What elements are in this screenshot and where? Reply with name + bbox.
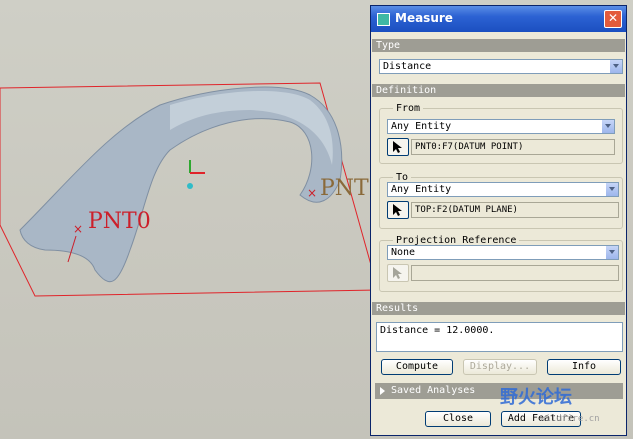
- point-marker-pnt1[interactable]: ×: [307, 186, 317, 200]
- measure-dialog: Measure ✕ Type Distance Definition From …: [370, 5, 627, 436]
- cursor-arrow-icon: [393, 204, 402, 216]
- forum-watermark-url: wildfire.cn: [540, 414, 600, 424]
- from-group-label: From: [393, 103, 424, 115]
- projection-selection-field[interactable]: [411, 265, 619, 281]
- display-button[interactable]: Display...: [463, 359, 537, 375]
- close-icon[interactable]: ✕: [604, 10, 622, 28]
- from-filter-dropdown[interactable]: Any Entity: [387, 119, 615, 134]
- from-group: [379, 108, 623, 164]
- saved-analyses-label: Saved Analyses: [391, 385, 476, 396]
- compute-button[interactable]: Compute: [381, 359, 453, 375]
- from-select-button[interactable]: [387, 138, 409, 156]
- cursor-arrow-icon: [393, 141, 402, 153]
- close-button[interactable]: Close: [425, 411, 491, 427]
- type-section-header: Type: [372, 39, 625, 52]
- csys-z-axis: [187, 183, 193, 189]
- to-selection-field[interactable]: TOP:F2(DATUM PLANE): [411, 202, 619, 218]
- from-filter-value: Any Entity: [391, 121, 452, 132]
- point-label-pnt0: PNT0: [88, 209, 151, 234]
- point-marker-pnt0[interactable]: ×: [73, 222, 83, 236]
- definition-section-header: Definition: [372, 84, 625, 97]
- expand-arrow-icon[interactable]: [380, 387, 385, 395]
- type-dropdown-value: Distance: [383, 61, 432, 72]
- info-button[interactable]: Info: [547, 359, 621, 375]
- forum-watermark: 野火论坛: [500, 387, 572, 408]
- chevron-down-icon[interactable]: [601, 120, 614, 133]
- from-selection-field[interactable]: PNT0:F7(DATUM POINT): [411, 139, 615, 155]
- to-filter-dropdown[interactable]: Any Entity: [387, 182, 619, 197]
- saved-analyses-toggle[interactable]: Saved Analyses: [375, 383, 623, 399]
- chevron-down-icon[interactable]: [605, 246, 618, 259]
- to-filter-value: Any Entity: [391, 184, 452, 195]
- projection-select-button[interactable]: [387, 264, 409, 282]
- results-box[interactable]: Distance = 12.0000.: [376, 322, 623, 352]
- results-text: Distance = 12.0000.: [380, 325, 495, 336]
- projection-filter-value: None: [391, 247, 416, 258]
- to-select-button[interactable]: [387, 201, 409, 219]
- type-dropdown[interactable]: Distance: [379, 59, 623, 74]
- dialog-title: Measure: [395, 11, 453, 25]
- projection-filter-dropdown[interactable]: None: [387, 245, 619, 260]
- point-label-pnt1: PNT: [320, 176, 369, 201]
- chevron-down-icon[interactable]: [609, 60, 622, 73]
- results-section-header: Results: [372, 302, 625, 315]
- measure-app-icon: [377, 13, 390, 26]
- cursor-arrow-icon: [393, 267, 402, 279]
- chevron-down-icon[interactable]: [605, 183, 618, 196]
- dialog-title-bar[interactable]: Measure ✕: [371, 6, 626, 32]
